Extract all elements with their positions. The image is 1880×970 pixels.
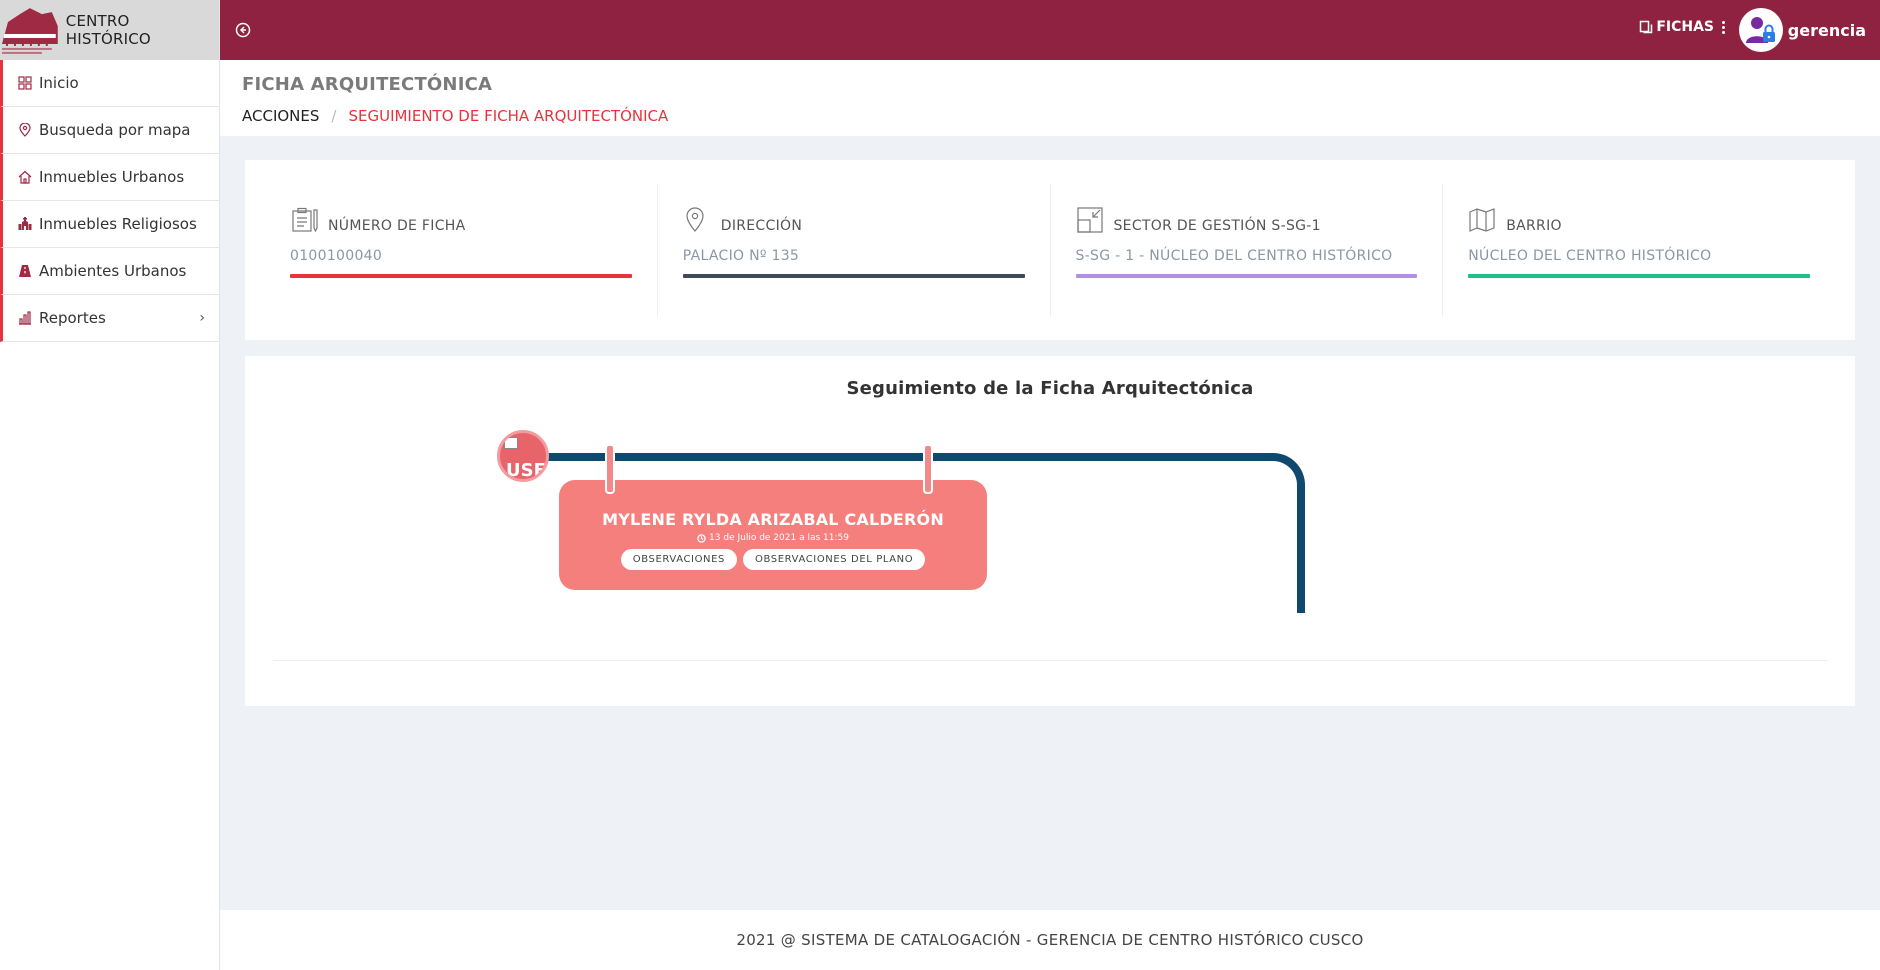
sidebar-item-reportes[interactable]: Reportes ›: [0, 295, 219, 342]
timeline-event-card: MYLENE RYLDA ARIZABAL CALDERÓN 13 de Jul…: [559, 480, 987, 590]
arrow-left-circle-icon: [235, 22, 251, 38]
municipality-logo-icon: [0, 0, 60, 60]
broken-image-icon: [504, 437, 518, 449]
ficha-info-card: NÚMERO DE FICHA 0100100040 DIRECCIÓN PAL…: [245, 160, 1855, 340]
compress-icon: [1076, 207, 1103, 233]
user-name: gerencia: [1787, 20, 1866, 40]
sidebar-item-label: Ambientes Urbanos: [39, 262, 187, 280]
sidebar: CENTRO HISTÓRICO Inicio Busqueda por map…: [0, 0, 220, 970]
info-accent-bar: [290, 274, 632, 278]
map-pin-icon: [686, 207, 704, 232]
info-value: NÚCLEO DEL CENTRO HISTÓRICO: [1468, 248, 1712, 264]
info-direccion: DIRECCIÓN PALACIO Nº 135: [658, 184, 1051, 316]
folded-map-icon: [1469, 208, 1495, 232]
info-label: BARRIO: [1506, 218, 1562, 234]
breadcrumb-current: SEGUIMIENTO DE FICHA ARQUITECTÓNICA: [348, 107, 669, 125]
sidebar-item-label: Busqueda por mapa: [39, 121, 191, 139]
clipboard-list-icon: [292, 207, 318, 233]
event-actions: OBSERVACIONES OBSERVACIONES DEL PLANO: [559, 549, 987, 570]
grid-icon: [17, 75, 33, 91]
avatar-alt-text: USE: [506, 460, 546, 481]
sidebar-item-label: Inmuebles Religiosos: [39, 215, 197, 233]
timeline-pin-right: [923, 444, 933, 494]
timeline-user-avatar: USE: [497, 430, 549, 482]
info-value: PALACIO Nº 135: [682, 248, 800, 264]
user-lock-icon: [1745, 17, 1775, 43]
footer: 2021 @ SISTEMA DE CATALOGACIÓN - GERENCI…: [220, 910, 1880, 970]
observaciones-button[interactable]: OBSERVACIONES: [620, 549, 738, 570]
sidebar-item-label: Reportes: [39, 309, 106, 327]
avatar: [1738, 8, 1783, 52]
sidebar-toggle-button[interactable]: [232, 19, 254, 41]
timeline-pin-left: [605, 444, 615, 494]
observaciones-plano-button[interactable]: OBSERVACIONES DEL PLANO: [743, 549, 926, 570]
info-numero-ficha: NÚMERO DE FICHA 0100100040: [265, 184, 658, 316]
timeline-card: Seguimiento de la Ficha Arquitectónica U…: [245, 356, 1855, 706]
info-label: DIRECCIÓN: [720, 218, 803, 234]
fichas-label: FICHAS: [1656, 19, 1714, 35]
timeline-title: Seguimiento de la Ficha Arquitectónica: [846, 378, 1254, 399]
sidebar-item-busqueda-mapa[interactable]: Busqueda por mapa: [0, 107, 219, 154]
map-pin-icon: [17, 122, 33, 138]
sidebar-item-ambientes-urbanos[interactable]: Ambientes Urbanos: [0, 248, 219, 295]
user-menu[interactable]: gerencia: [1738, 8, 1866, 52]
info-value: 0100100040: [290, 248, 383, 264]
fichas-menu-button[interactable]: FICHAS: [1639, 19, 1725, 35]
info-label: NÚMERO DE FICHA: [328, 218, 466, 234]
brand-title: CENTRO HISTÓRICO: [65, 12, 151, 48]
chevron-right-icon: ›: [199, 310, 205, 326]
sidebar-item-label: Inicio: [39, 74, 79, 92]
sidebar-nav: Inicio Busqueda por mapa Inmuebles Urban…: [0, 60, 219, 342]
breadcrumb: ACCIONES / SEGUIMIENTO DE FICHA ARQUITEC…: [242, 107, 1858, 125]
info-accent-bar: [1075, 274, 1418, 278]
breadcrumb-root-link[interactable]: ACCIONES: [242, 107, 319, 125]
breadcrumb-separator: /: [331, 107, 337, 125]
home-icon: [17, 169, 33, 185]
sidebar-item-inicio[interactable]: Inicio: [0, 60, 219, 107]
info-accent-bar: [682, 274, 1025, 278]
page-header: FICHA ARQUITECTÓNICA ACCIONES / SEGUIMIE…: [220, 60, 1880, 136]
road-icon: [17, 263, 33, 279]
topbar: FICHAS gerencia: [220, 0, 1880, 60]
bar-chart-icon: [17, 310, 33, 326]
more-vertical-icon: [1722, 20, 1725, 34]
sidebar-item-label: Inmuebles Urbanos: [39, 168, 185, 186]
event-user-name: MYLENE RYLDA ARIZABAL CALDERÓN: [602, 510, 944, 529]
divider: [273, 660, 1828, 661]
event-date-text: 13 de Julio de 2021 a las 11:59: [709, 533, 849, 543]
page-title: FICHA ARQUITECTÓNICA: [242, 74, 493, 95]
info-label: SECTOR DE GESTIÓN S-SG-1: [1113, 218, 1321, 234]
info-barrio: BARRIO NÚCLEO DEL CENTRO HISTÓRICO: [1443, 184, 1835, 316]
info-accent-bar: [1468, 274, 1810, 278]
church-icon: [17, 216, 33, 232]
sidebar-item-inmuebles-religiosos[interactable]: Inmuebles Religiosos: [0, 201, 219, 248]
brand[interactable]: CENTRO HISTÓRICO: [0, 0, 219, 60]
event-date: 13 de Julio de 2021 a las 11:59: [559, 533, 987, 543]
sidebar-item-inmuebles-urbanos[interactable]: Inmuebles Urbanos: [0, 154, 219, 201]
clock-icon: [697, 533, 706, 543]
info-value: S-SG - 1 - NÚCLEO DEL CENTRO HISTÓRICO: [1075, 248, 1393, 264]
document-copy-icon: [1640, 20, 1653, 34]
info-sector-gestion: SECTOR DE GESTIÓN S-SG-1 S-SG - 1 - NÚCL…: [1051, 184, 1444, 316]
